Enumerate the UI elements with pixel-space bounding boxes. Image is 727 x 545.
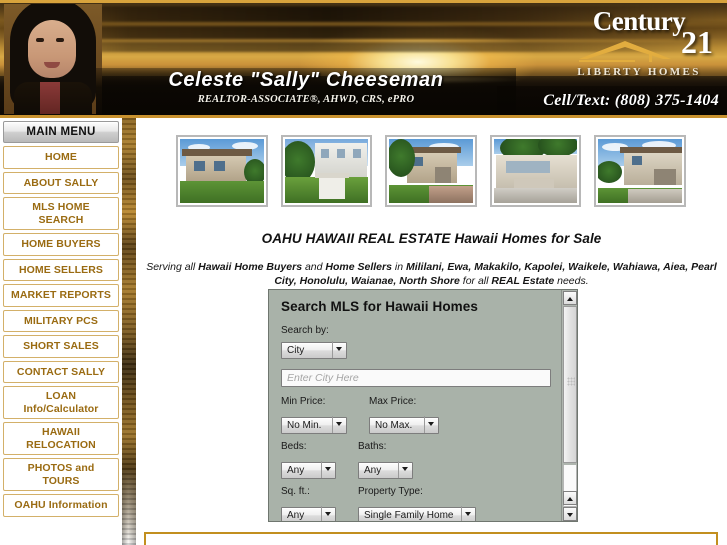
- property-thumbnail[interactable]: [594, 135, 686, 207]
- min-price-dropdown-wrap[interactable]: No Min.: [281, 415, 347, 434]
- sidebar-item-label-line2: SEARCH: [38, 213, 84, 226]
- blurb-bold-2: Home Sellers: [325, 261, 392, 273]
- sidebar-item-home-buyers[interactable]: HOME BUYERS: [3, 233, 119, 256]
- sidebar-item-label: MARKET REPORTS: [11, 289, 111, 301]
- sidebar-item-label: CONTACT SALLY: [16, 365, 106, 378]
- sidebar-item-short-sales[interactable]: SHORT SALES: [3, 335, 119, 358]
- blurb-text-2: and: [302, 261, 326, 273]
- service-area-blurb: Serving all Hawaii Home Buyers and Home …: [144, 260, 719, 288]
- sidebar-item-label: HOME BUYERS: [21, 238, 101, 250]
- search-by-dropdown-wrap[interactable]: City: [281, 340, 347, 359]
- sidebar-item-label: HOME SELLERS: [18, 263, 104, 276]
- scroll-up-button[interactable]: [563, 291, 577, 305]
- sidebar-item-label-line2: RELOCATION: [26, 438, 96, 451]
- sidebar-item-home[interactable]: HOME: [3, 146, 119, 169]
- sidebar-item-label: LOAN: [45, 390, 77, 402]
- property-type-select[interactable]: Single Family Home: [358, 507, 476, 521]
- baths-select[interactable]: Any: [358, 462, 413, 479]
- sidebar-item-home-sellers[interactable]: HOME SELLERS: [3, 258, 119, 281]
- min-price-select[interactable]: No Min.: [281, 417, 347, 434]
- blurb-bold-4: REAL Estate: [491, 275, 555, 287]
- sidebar-item-label: HOME: [45, 151, 77, 163]
- page-title: OAHU HAWAII REAL ESTATE Hawaii Homes for…: [261, 231, 602, 246]
- blurb-text-5: needs.: [554, 275, 589, 287]
- property-thumbnail-row: [176, 135, 686, 207]
- min-price-label: Min Price:: [281, 396, 326, 407]
- sidebar-item-about-sally[interactable]: ABOUT SALLY: [3, 171, 119, 194]
- search-by-select[interactable]: City: [281, 342, 347, 359]
- max-price-label: Max Price:: [369, 396, 417, 407]
- sidebar-item-label-line2: TOURS: [42, 474, 80, 487]
- max-price-select[interactable]: No Max.: [369, 417, 439, 434]
- sqft-dropdown-wrap[interactable]: Any: [281, 505, 336, 521]
- sidebar-item-label: PHOTOS and: [27, 462, 95, 474]
- sidebar-item-label: ABOUT SALLY: [23, 176, 99, 189]
- scrollbar-thumb[interactable]: [563, 306, 577, 463]
- beds-select[interactable]: Any: [281, 462, 336, 479]
- property-type-dropdown-wrap[interactable]: Single Family Home: [358, 505, 476, 521]
- sidebar-item-military-pcs[interactable]: MILITARY PCS: [3, 309, 119, 332]
- scrollbar-grip-icon: [567, 377, 575, 386]
- sidebar-item-label: SHORT SALES: [23, 340, 99, 352]
- sidebar-item-hawaii-relocation[interactable]: HAWAII RELOCATION: [3, 422, 119, 455]
- sqft-select[interactable]: Any: [281, 507, 336, 521]
- sidebar-item-contact-sally[interactable]: CONTACT SALLY: [3, 360, 119, 383]
- blurb-text-4: for all: [459, 275, 492, 287]
- scroll-up-button-secondary[interactable]: [563, 491, 577, 505]
- mls-search-title: Search MLS for Hawaii Homes: [281, 299, 479, 314]
- widget-scrollbar[interactable]: [561, 290, 577, 521]
- sidebar-item-market-reports[interactable]: MARKET REPORTS: [3, 284, 119, 307]
- baths-label: Baths:: [358, 441, 387, 452]
- sidebar-item-photos-and-tours[interactable]: PHOTOS and TOURS: [3, 458, 119, 491]
- sidebar-item-label: HAWAII: [42, 426, 80, 438]
- property-thumbnail[interactable]: [176, 135, 268, 207]
- blurb-bold-1: Hawaii Home Buyers: [198, 261, 303, 273]
- baths-dropdown-wrap[interactable]: Any: [358, 460, 413, 479]
- mls-search-widget: Search MLS for Hawaii Homes Search by: C…: [268, 289, 578, 522]
- sidebar-item-loan-info-calculator[interactable]: LOAN Info/Calculator: [3, 386, 119, 419]
- sidebar-item-label: MILITARY PCS: [24, 314, 98, 327]
- blurb-text-1: Serving all: [146, 261, 199, 273]
- sidebar-item-label-line2: Info/Calculator: [23, 402, 99, 415]
- property-thumbnail[interactable]: [280, 135, 373, 207]
- sidebar-item-label: OAHU Information: [14, 499, 108, 511]
- lower-content-box: [144, 532, 718, 545]
- beds-dropdown-wrap[interactable]: Any: [281, 460, 336, 479]
- beds-label: Beds:: [281, 441, 307, 452]
- city-search-input[interactable]: [281, 369, 551, 387]
- main-menu-title: MAIN MENU: [3, 121, 119, 143]
- sidebar-item-label: MLS HOME: [32, 201, 90, 213]
- sidebar-item-oahu-information[interactable]: OAHU Information: [3, 494, 119, 517]
- sqft-label: Sq. ft.:: [281, 486, 310, 497]
- property-type-label: Property Type:: [358, 486, 423, 497]
- banner-frame: [0, 0, 727, 118]
- max-price-dropdown-wrap[interactable]: No Max.: [369, 415, 439, 434]
- main-menu-sidebar: MAIN MENU HOME ABOUT SALLY MLS HOME SEAR…: [0, 118, 122, 545]
- scroll-down-button[interactable]: [563, 507, 577, 521]
- property-thumbnail[interactable]: [489, 135, 582, 207]
- decorative-wood-divider: [122, 118, 136, 545]
- blurb-text-3: in: [391, 261, 406, 273]
- site-header-banner: Celeste "Sally" Cheeseman REALTOR-ASSOCI…: [0, 0, 727, 118]
- sidebar-item-mls-home-search[interactable]: MLS HOME SEARCH: [3, 197, 119, 230]
- property-thumbnail[interactable]: [385, 135, 477, 207]
- search-by-label: Search by:: [281, 325, 329, 336]
- main-content-area: OAHU HAWAII REAL ESTATE Hawaii Homes for…: [136, 118, 727, 545]
